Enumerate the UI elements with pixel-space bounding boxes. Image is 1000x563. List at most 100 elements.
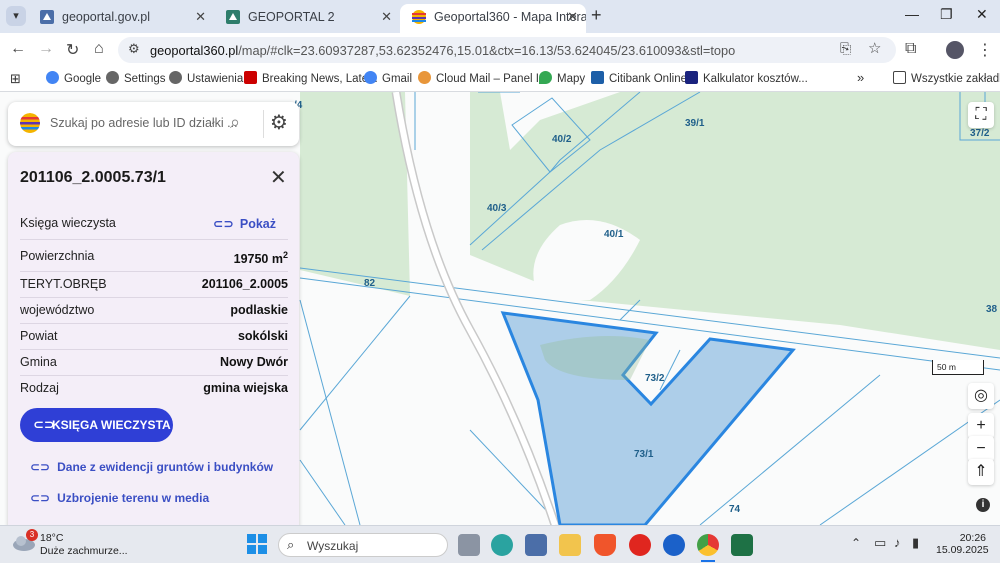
display-icon[interactable]: ▭ xyxy=(874,535,886,551)
opera-icon[interactable] xyxy=(629,534,651,556)
taskbar-search[interactable]: ⌕ Wyszukaj xyxy=(278,533,448,557)
tab-strip: ▾ geoportal.gov.pl ✕ GEOPORTAL 2 ✕ Geopo… xyxy=(0,0,1000,33)
ksiega-wieczysta-button[interactable]: ⊂⊃ KSIĘGA WIECZYSTA xyxy=(20,408,173,442)
folder-icon xyxy=(893,71,906,84)
chrome-icon[interactable] xyxy=(697,534,719,556)
kw-row: Księga wieczysta ⊂⊃ Pokaż xyxy=(20,208,288,240)
tab-geoportal-2[interactable]: GEOPORTAL 2 ✕ xyxy=(214,4,400,33)
info-row: TERYT.OBRĘB 201106_2.0005 xyxy=(20,272,288,298)
link-icon: ⊂⊃ xyxy=(30,460,51,474)
restore-button[interactable]: ❐ xyxy=(940,6,953,23)
excel-icon[interactable] xyxy=(731,534,753,556)
bookmark-star-icon[interactable]: ☆ xyxy=(868,39,881,57)
bookmark-item[interactable]: Citibank Online xyxy=(591,71,687,85)
bookmark-item[interactable]: Breaking News, Late... xyxy=(244,71,378,85)
minimize-button[interactable]: — xyxy=(905,6,919,22)
geoportal360-logo-icon xyxy=(20,113,40,133)
taskbar: 3 18°C Duże zachmurze... ⌕ Wyszukaj ⌃ ▭ … xyxy=(0,525,1000,563)
site-info-icon[interactable]: ⚙ xyxy=(128,41,140,57)
search-icon[interactable]: ⌕ xyxy=(230,112,240,133)
citibank-icon xyxy=(591,71,604,84)
map-parcel-label: 74 xyxy=(729,504,741,515)
bookmark-item[interactable]: Kalkulator kosztów... xyxy=(685,71,808,85)
bookmark-item[interactable]: Ustawienia xyxy=(169,71,243,85)
cloud-icon xyxy=(418,71,431,84)
google-icon xyxy=(364,71,377,84)
land-registry-link[interactable]: ⊂⊃ Dane z ewidencji gruntów i budynków xyxy=(30,460,273,474)
close-tab-icon[interactable]: ✕ xyxy=(381,4,392,30)
info-row: Rodzaj gmina wiejska xyxy=(20,381,288,395)
more-bookmarks-icon[interactable]: » xyxy=(857,70,864,85)
map-parcel-label: 40/1 xyxy=(604,229,624,240)
parcel-info-panel: 201106_2.0005.73/1 ✕ Księga wieczysta ⊂⊃… xyxy=(8,152,299,525)
bookmark-item[interactable]: Mapy xyxy=(539,71,585,85)
locate-icon[interactable]: ◎ xyxy=(968,383,994,409)
map-canvas[interactable]: 40/2 39/1 37/2 40/3 40/1 82 73/2 73/1 74… xyxy=(0,92,1000,525)
notification-badge: 3 xyxy=(26,529,38,541)
calculator-icon[interactable] xyxy=(525,534,547,556)
calculator-icon xyxy=(685,71,698,84)
volume-icon[interactable]: ♪ xyxy=(894,535,901,550)
utilities-link[interactable]: ⊂⊃ Uzbrojenie terenu w media xyxy=(30,491,209,505)
bookmark-item[interactable]: Cloud Mail – Panel I... xyxy=(418,71,549,85)
profile-avatar[interactable] xyxy=(946,41,964,59)
parcel-id-title: 201106_2.0005.73/1 xyxy=(20,169,166,186)
geoportal-favicon-icon xyxy=(226,10,240,24)
tab-title: GEOPORTAL 2 xyxy=(248,10,335,24)
geoportal360-favicon-icon xyxy=(412,10,426,24)
install-app-icon[interactable]: ⎘ xyxy=(840,40,851,57)
forest-area xyxy=(300,92,410,296)
url-text[interactable]: geoportal360.pl/map/#clk=23.60937287,53.… xyxy=(150,43,735,58)
settings-gear-icon[interactable]: ⚙ xyxy=(270,110,288,135)
tab-search-button[interactable]: ▾ xyxy=(6,6,26,26)
back-icon[interactable]: ← xyxy=(10,40,26,58)
info-row: Gmina Nowy Dwór xyxy=(20,350,288,376)
extensions-icon[interactable]: ⧉ xyxy=(905,40,916,58)
tray-chevron-icon[interactable]: ⌃ xyxy=(851,536,861,550)
clock[interactable]: 20:26 15.09.2025 xyxy=(936,532,989,556)
area-value: 19750 m2 xyxy=(233,250,288,267)
info-row: województwo podlaskie xyxy=(20,298,288,324)
edge-icon[interactable] xyxy=(491,534,513,556)
reset-north-icon[interactable]: ⇑ xyxy=(968,459,994,485)
bookmark-item[interactable]: Gmail xyxy=(364,71,412,85)
reload-icon[interactable]: ↻ xyxy=(66,40,79,60)
tab-geoportal-gov[interactable]: geoportal.gov.pl ✕ xyxy=(28,4,214,33)
close-tab-icon[interactable]: ✕ xyxy=(195,4,206,30)
show-kw-link[interactable]: ⊂⊃ Pokaż xyxy=(213,216,276,231)
scale-bar: 50 m xyxy=(932,360,984,375)
task-view-icon[interactable] xyxy=(458,534,480,556)
map-parcel-label: 73/2 xyxy=(645,373,665,384)
brave-icon[interactable] xyxy=(594,534,616,556)
menu-icon[interactable]: ⋮ xyxy=(977,40,993,60)
close-tab-icon[interactable]: ✕ xyxy=(567,4,578,30)
address-bar[interactable]: ⚙ geoportal360.pl/map/#clk=23.60937287,5… xyxy=(118,37,896,63)
app-icon[interactable] xyxy=(663,534,685,556)
tab-geoportal360[interactable]: Geoportal360 - Mapa Interakty ✕ xyxy=(400,4,586,33)
map-parcel-label: 40/3 xyxy=(487,203,507,214)
weather-widget[interactable]: 3 18°C Duże zachmurze... xyxy=(12,529,128,558)
all-bookmarks[interactable]: Wszystkie zakładki xyxy=(893,71,1000,85)
map-parcel-label: 38 xyxy=(986,304,998,315)
forward-icon[interactable]: → xyxy=(38,40,54,58)
search-input[interactable]: Szukaj po adresie lub ID działki ... xyxy=(50,116,238,130)
map-parcel-label: 73/1 xyxy=(634,449,654,460)
info-icon[interactable]: i xyxy=(976,498,990,512)
link-icon: ⊂⊃ xyxy=(212,217,234,231)
bookmark-item[interactable]: Settings xyxy=(106,71,166,85)
fullscreen-icon[interactable]: ⛶ xyxy=(968,102,994,128)
link-icon: ⊂⊃ xyxy=(30,491,51,505)
battery-icon[interactable]: ▮ xyxy=(912,535,919,551)
link-icon: ⊂⊃ xyxy=(33,417,55,432)
windows-start-icon[interactable] xyxy=(247,534,269,556)
google-icon xyxy=(46,71,59,84)
map-parcel-label: 39/1 xyxy=(685,118,705,129)
bookmark-item[interactable]: Google xyxy=(46,71,101,85)
close-window-button[interactable]: ✕ xyxy=(976,6,988,23)
home-icon[interactable]: ⌂ xyxy=(94,40,104,58)
new-tab-button[interactable]: + xyxy=(591,5,602,26)
apps-icon[interactable]: ⊞ xyxy=(10,71,21,87)
search-bar: Szukaj po adresie lub ID działki ... ⌕ ⚙ xyxy=(8,102,299,146)
file-explorer-icon[interactable] xyxy=(559,534,581,556)
close-icon[interactable]: ✕ xyxy=(270,165,287,190)
